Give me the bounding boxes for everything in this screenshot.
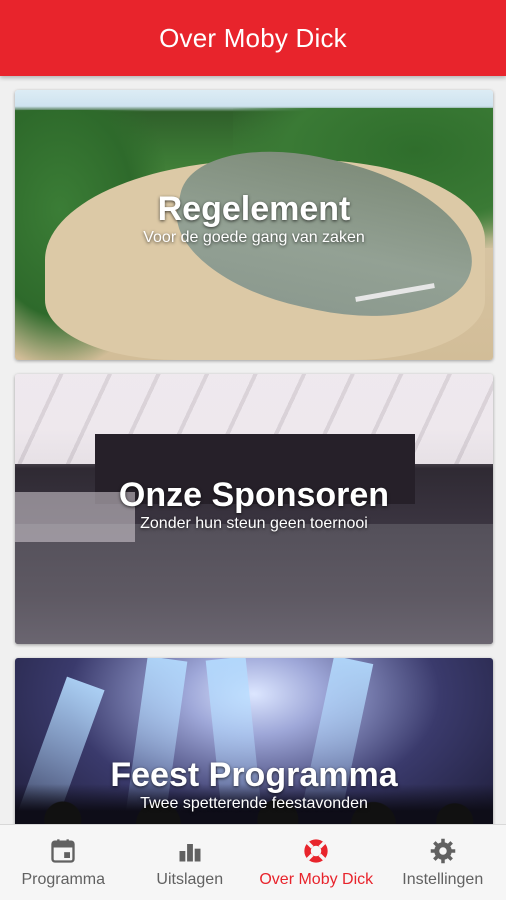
nav-item-over-moby-dick[interactable]: Over Moby Dick xyxy=(253,825,380,900)
nav-item-programma[interactable]: Programma xyxy=(0,825,127,900)
card-regelement[interactable]: Regelement Voor de goede gang van zaken xyxy=(15,90,493,360)
nav-item-instellingen[interactable]: Instellingen xyxy=(380,825,506,900)
card-feest-programma[interactable]: Feest Programma Twee spetterende feestav… xyxy=(15,658,493,824)
card-title: Onze Sponsoren xyxy=(118,476,390,514)
card-title: Regelement xyxy=(157,190,351,228)
bottom-navigation: Programma Uitslagen Over Moby Dick Inste… xyxy=(0,824,506,900)
card-subtitle: Zonder hun steun geen toernooi xyxy=(140,515,368,532)
nav-label: Instellingen xyxy=(402,870,484,888)
app-bar: Over Moby Dick xyxy=(0,0,506,76)
card-text: Regelement Voor de goede gang van zaken xyxy=(15,190,493,247)
nav-label: Uitslagen xyxy=(156,870,224,888)
content-list: Regelement Voor de goede gang van zaken … xyxy=(0,76,506,824)
nav-label: Over Moby Dick xyxy=(259,870,374,888)
page-title: Over Moby Dick xyxy=(159,22,347,53)
nav-item-uitslagen[interactable]: Uitslagen xyxy=(127,825,254,900)
card-image-floor xyxy=(15,524,493,644)
card-subtitle: Twee spetterende feestavonden xyxy=(140,795,368,812)
bar-chart-icon xyxy=(179,843,201,861)
card-title: Feest Programma xyxy=(110,756,398,794)
card-subtitle: Voor de goede gang van zaken xyxy=(143,229,365,246)
gear-icon xyxy=(430,838,455,863)
card-text: Feest Programma Twee spetterende feestav… xyxy=(15,756,493,813)
calendar-icon xyxy=(51,838,75,863)
card-sponsoren[interactable]: Onze Sponsoren Zonder hun steun geen toe… xyxy=(15,374,493,644)
card-text: Onze Sponsoren Zonder hun steun geen toe… xyxy=(15,476,493,533)
lifebuoy-icon xyxy=(304,838,328,863)
nav-label: Programma xyxy=(21,870,106,888)
